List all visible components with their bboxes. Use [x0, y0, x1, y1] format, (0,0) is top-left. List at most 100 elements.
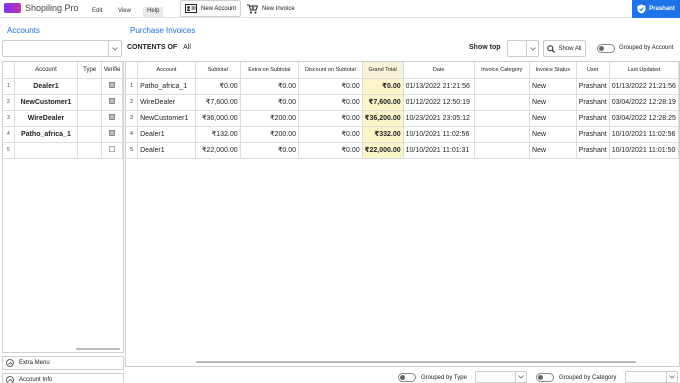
horizontal-scrollbar[interactable]: [196, 361, 636, 363]
type-cell[interactable]: [77, 126, 103, 143]
user-cell[interactable]: Prashant: [576, 78, 610, 95]
checkbox[interactable]: [109, 146, 116, 152]
discount-cell[interactable]: ₹0.00: [298, 126, 363, 143]
discount-cell[interactable]: ₹0.00: [298, 142, 363, 159]
horizontal-scrollbar[interactable]: [76, 348, 120, 350]
table-row[interactable]: 1 Patho_africa_1 ₹0.00 ₹0.00 ₹0.00 ₹0.00…: [126, 78, 679, 95]
category-select[interactable]: [625, 371, 678, 383]
grand-total-cell[interactable]: ₹22,000.00: [362, 142, 404, 159]
verified-cell[interactable]: [101, 110, 123, 127]
column-header-account[interactable]: Account: [137, 62, 196, 79]
column-header-invoice-category[interactable]: Invoice Category: [474, 62, 531, 79]
table-row[interactable]: 2 WireDealer ₹7,600.00 ₹0.00 ₹0.00 ₹7,60…: [126, 94, 679, 111]
column-header-account[interactable]: Account: [14, 62, 79, 79]
account-cell[interactable]: Patho_africa_1: [137, 78, 196, 95]
category-cell[interactable]: [474, 126, 531, 143]
new-invoice-button[interactable]: New Invoice: [243, 0, 299, 17]
date-cell[interactable]: 01/12/2022 12:50:19: [403, 94, 475, 111]
last-updated-cell[interactable]: 03/04/2022 12:28:25: [609, 110, 679, 127]
account-info-button[interactable]: Account Info: [2, 373, 124, 383]
accounts-filter-select[interactable]: [2, 40, 122, 57]
checkbox[interactable]: [109, 130, 116, 136]
status-cell[interactable]: New: [529, 110, 577, 127]
subtotal-cell[interactable]: ₹0.00: [195, 78, 241, 95]
user-cell[interactable]: Prashant: [576, 94, 610, 111]
verified-cell[interactable]: [101, 94, 123, 111]
extra-cell[interactable]: ₹200.00: [240, 126, 300, 143]
checkbox[interactable]: [109, 82, 116, 88]
extra-menu-button[interactable]: Extra Menu: [2, 356, 124, 370]
date-cell[interactable]: 10/10/2021 11:02:56: [403, 126, 475, 143]
column-header-grand-total[interactable]: Grand Total: [362, 62, 404, 79]
table-row[interactable]: 1 Dealer1: [3, 78, 123, 95]
show-top-select[interactable]: [507, 40, 539, 57]
account-cell[interactable]: Dealer1: [137, 142, 196, 159]
account-cell[interactable]: NewCustomer1: [137, 110, 196, 127]
table-row[interactable]: 4 Dealer1 ₹132.00 ₹200.00 ₹0.00 ₹332.00 …: [126, 126, 679, 143]
type-cell[interactable]: [77, 78, 103, 95]
table-row[interactable]: 2 NewCustomer1: [3, 94, 123, 111]
subtotal-cell[interactable]: ₹22,000.00: [195, 142, 241, 159]
date-cell[interactable]: 10/10/2021 11:01:31: [403, 142, 475, 159]
column-header-verified[interactable]: Verifie: [101, 62, 123, 79]
checkbox[interactable]: [109, 98, 116, 104]
account-cell[interactable]: Patho_africa_1: [14, 126, 79, 143]
user-button[interactable]: Prashant: [632, 0, 680, 18]
column-header-user[interactable]: User: [576, 62, 610, 79]
type-select[interactable]: [475, 371, 527, 383]
table-row[interactable]: 5 Dealer1 ₹22,000.00 ₹0.00 ₹0.00 ₹22,000…: [126, 142, 679, 159]
type-cell[interactable]: [77, 110, 103, 127]
user-cell[interactable]: Prashant: [576, 142, 610, 159]
user-cell[interactable]: Prashant: [576, 110, 610, 127]
extra-cell[interactable]: ₹0.00: [240, 78, 300, 95]
grand-total-cell[interactable]: ₹0.00: [362, 78, 404, 95]
menu-view[interactable]: View: [114, 7, 135, 17]
subtotal-cell[interactable]: ₹7,600.00: [195, 94, 241, 111]
column-header-discount-on-subtotal[interactable]: Discount on Subtotal: [298, 62, 363, 79]
verified-cell[interactable]: [101, 78, 123, 95]
grouped-by-category-toggle[interactable]: [536, 373, 554, 382]
account-cell[interactable]: Dealer1: [137, 126, 196, 143]
category-cell[interactable]: [474, 94, 531, 111]
category-cell[interactable]: [474, 142, 531, 159]
last-updated-cell[interactable]: 10/10/2021 11:01:50: [609, 142, 679, 159]
table-row[interactable]: 3 WireDealer: [3, 110, 123, 127]
subtotal-cell[interactable]: ₹132.00: [195, 126, 241, 143]
category-cell[interactable]: [474, 78, 531, 95]
column-header-last-updated[interactable]: Last Updated: [609, 62, 679, 79]
column-header-subtotal[interactable]: Subtotal: [195, 62, 241, 79]
grouped-by-account-toggle[interactable]: [597, 44, 615, 53]
grouped-by-type-toggle[interactable]: [398, 373, 416, 382]
type-cell[interactable]: [77, 142, 103, 159]
table-row[interactable]: 5: [3, 142, 123, 159]
menu-help[interactable]: Help: [143, 7, 164, 17]
user-cell[interactable]: Prashant: [576, 126, 610, 143]
extra-cell[interactable]: ₹0.00: [240, 142, 300, 159]
account-cell[interactable]: WireDealer: [14, 110, 79, 127]
column-header-type[interactable]: Type: [77, 62, 103, 79]
grand-total-cell[interactable]: ₹332.00: [362, 126, 404, 143]
last-updated-cell[interactable]: 01/13/2022 21:21:56: [609, 78, 679, 95]
account-cell[interactable]: [14, 142, 79, 159]
table-row[interactable]: 4 Patho_africa_1: [3, 126, 123, 143]
last-updated-cell[interactable]: 10/10/2021 11:02:56: [609, 126, 679, 143]
date-cell[interactable]: 01/13/2022 21:21:56: [403, 78, 475, 95]
discount-cell[interactable]: ₹0.00: [298, 78, 363, 95]
discount-cell[interactable]: ₹0.00: [298, 110, 363, 127]
verified-cell[interactable]: [101, 126, 123, 143]
status-cell[interactable]: New: [529, 94, 577, 111]
extra-cell[interactable]: ₹0.00: [240, 94, 300, 111]
extra-cell[interactable]: ₹200.00: [240, 110, 300, 127]
column-header-invoice-status[interactable]: Invoice Status: [529, 62, 577, 79]
status-cell[interactable]: New: [529, 126, 577, 143]
column-header-extra-on-subtotal[interactable]: Extra on Subtotal: [240, 62, 300, 79]
new-account-button[interactable]: New Account: [180, 0, 242, 17]
table-row[interactable]: 3 NewCustomer1 ₹36,000.00 ₹200.00 ₹0.00 …: [126, 110, 679, 127]
discount-cell[interactable]: ₹0.00: [298, 94, 363, 111]
type-cell[interactable]: [77, 94, 103, 111]
date-cell[interactable]: 10/23/2021 23:05:12: [403, 110, 475, 127]
menu-edit[interactable]: Edit: [88, 7, 106, 17]
grand-total-cell[interactable]: ₹7,600.00: [362, 94, 404, 111]
account-cell[interactable]: NewCustomer1: [14, 94, 79, 111]
status-cell[interactable]: New: [529, 142, 577, 159]
